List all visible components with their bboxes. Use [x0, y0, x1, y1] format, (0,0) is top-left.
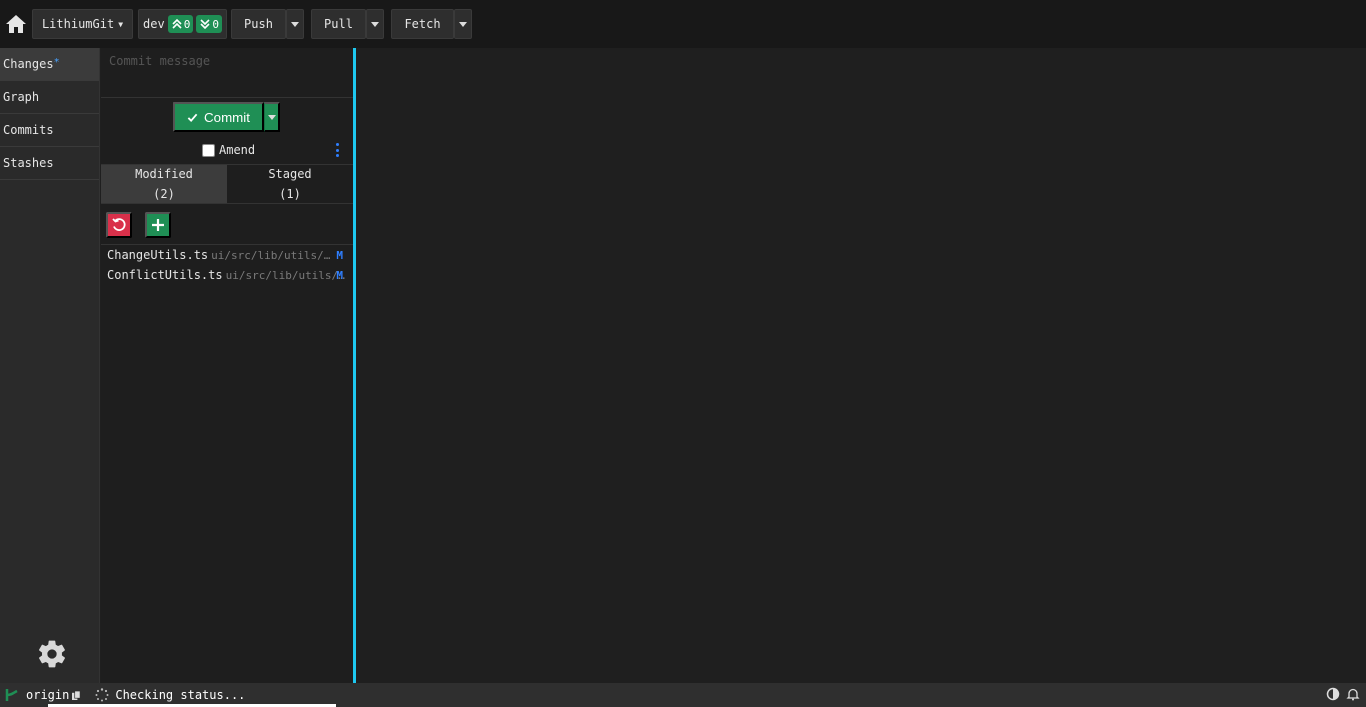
tab-label: Staged: [268, 167, 312, 181]
fetch-options-button[interactable]: [454, 9, 472, 39]
tab-count: (2): [153, 187, 175, 201]
sidebar-item-graph[interactable]: Graph: [0, 81, 99, 114]
behind-count: 0: [212, 17, 219, 31]
double-up-arrow-icon: [172, 18, 182, 29]
undo-icon: [112, 218, 126, 231]
gear-icon[interactable]: [36, 638, 68, 670]
list-item[interactable]: ChangeUtils.ts ui/src/lib/utils/ChangeUt…: [101, 245, 353, 265]
home-icon[interactable]: [4, 12, 28, 36]
more-options-icon[interactable]: [335, 143, 339, 157]
pull-button[interactable]: Pull: [311, 9, 366, 39]
sidebar-item-label: Commits: [3, 123, 54, 137]
tab-count: (1): [279, 187, 301, 201]
theme-toggle-icon[interactable]: [1326, 687, 1340, 701]
branch-icon: [5, 689, 18, 701]
ahead-badge: 0: [167, 15, 194, 33]
sidebar-item-label: Stashes: [3, 156, 54, 170]
caret-down-icon: [459, 21, 467, 27]
commit-message-input[interactable]: Commit message: [101, 48, 353, 98]
sidebar-item-label: Changes: [3, 57, 54, 71]
discard-all-button[interactable]: [106, 212, 132, 238]
file-name: ChangeUtils.ts: [107, 248, 209, 262]
sidebar-item-label: Graph: [3, 90, 40, 104]
status-message: Checking status...: [115, 688, 246, 702]
modified-file-list: ChangeUtils.ts ui/src/lib/utils/ChangeUt…: [101, 244, 353, 285]
commit-button[interactable]: Commit: [173, 102, 264, 132]
sidebar: Changes * Graph Commits Stashes: [0, 48, 100, 683]
caret-down-icon: [291, 21, 299, 27]
push-options-button[interactable]: [286, 9, 304, 39]
commit-label: Commit: [204, 109, 250, 125]
tab-modified[interactable]: Modified (2): [101, 165, 227, 203]
check-icon: [187, 113, 198, 122]
pull-options-button[interactable]: [366, 9, 384, 39]
remote-name[interactable]: origin: [26, 688, 69, 702]
diff-view: [356, 48, 1366, 683]
amend-label: Amend: [219, 143, 256, 157]
tab-label: Modified: [135, 167, 193, 181]
caret-down-icon: [267, 114, 276, 120]
caret-down-icon: [371, 21, 379, 27]
copy-icon[interactable]: [72, 690, 81, 700]
list-item[interactable]: ConflictUtils.ts ui/src/lib/utils/Confli…: [101, 265, 353, 285]
file-status-badge: M: [336, 248, 343, 262]
changes-marker: *: [53, 57, 60, 68]
sidebar-item-commits[interactable]: Commits: [0, 114, 99, 147]
repository-select-button[interactable]: LithiumGit ▼: [32, 9, 133, 39]
file-status-badge: M: [336, 268, 343, 282]
tab-staged[interactable]: Staged (1): [227, 165, 353, 203]
file-path: ui/src/lib/utils/ConflictUtils.ts: [225, 268, 346, 282]
stage-all-button[interactable]: [145, 212, 171, 238]
sidebar-item-stashes[interactable]: Stashes: [0, 147, 99, 180]
loading-spinner-icon: [95, 688, 109, 702]
repository-label: LithiumGit: [41, 17, 115, 31]
branch-indicator[interactable]: dev 0 0: [138, 9, 227, 39]
amend-checkbox[interactable]: [202, 143, 215, 157]
commit-options-button[interactable]: [264, 102, 280, 132]
fetch-button[interactable]: Fetch: [391, 9, 454, 39]
push-button[interactable]: Push: [231, 9, 286, 39]
file-name: ConflictUtils.ts: [107, 268, 223, 282]
branch-name: dev: [143, 17, 165, 31]
chevron-down-icon: ▼: [118, 19, 124, 29]
changes-panel: Commit message Commit Amend Modified (2)…: [101, 48, 353, 683]
double-down-arrow-icon: [200, 19, 210, 30]
file-path: ui/src/lib/utils/ChangeUtils.ts: [211, 248, 331, 262]
ahead-count: 0: [183, 17, 191, 31]
bell-icon[interactable]: [1346, 687, 1360, 701]
sidebar-item-changes[interactable]: Changes *: [0, 48, 99, 81]
plus-icon: [152, 219, 164, 231]
behind-badge: 0: [196, 15, 222, 33]
top-toolbar: LithiumGit ▼ dev 0 0 Push Pull Fetch: [0, 0, 1366, 48]
amend-option[interactable]: Amend: [202, 143, 255, 157]
changes-tabs: Modified (2) Staged (1): [101, 164, 353, 204]
